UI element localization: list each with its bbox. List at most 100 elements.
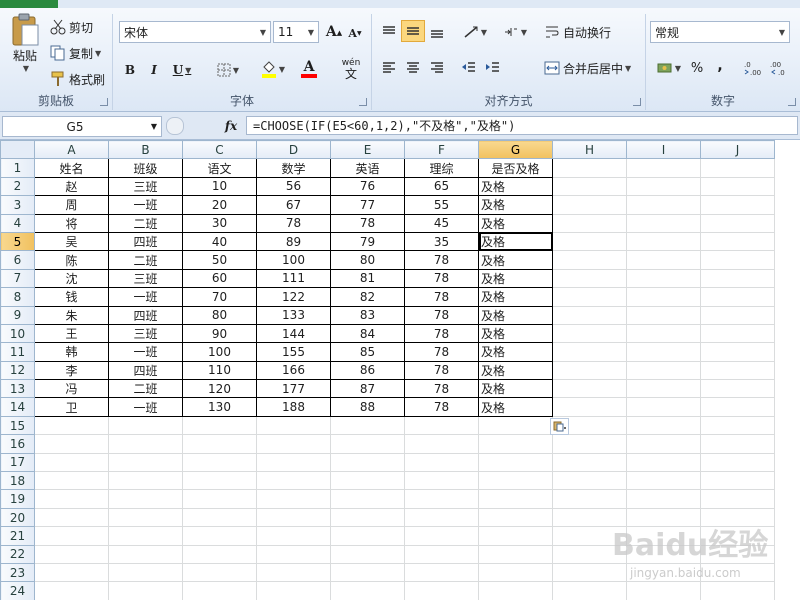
row-header[interactable]: 14 bbox=[0, 397, 35, 417]
cell[interactable] bbox=[404, 544, 479, 564]
font-size-select[interactable]: 11 ▼ bbox=[273, 21, 319, 43]
cell[interactable]: 30 bbox=[182, 213, 257, 233]
cell[interactable]: 沈 bbox=[34, 268, 109, 289]
formula-bar-handle[interactable] bbox=[166, 117, 184, 135]
cell[interactable] bbox=[626, 342, 701, 362]
cell[interactable] bbox=[552, 397, 627, 417]
cell[interactable] bbox=[34, 471, 109, 491]
cell[interactable]: 及格 bbox=[478, 323, 553, 344]
cell[interactable] bbox=[552, 158, 627, 178]
cell[interactable] bbox=[626, 434, 701, 454]
cut-button[interactable]: 剪切 bbox=[50, 18, 93, 36]
cell[interactable]: 144 bbox=[256, 323, 331, 344]
cell[interactable] bbox=[404, 581, 479, 600]
row-header[interactable]: 8 bbox=[0, 287, 35, 307]
cell[interactable] bbox=[552, 305, 627, 325]
cell[interactable]: 及格 bbox=[478, 397, 553, 417]
cell[interactable]: 数学 bbox=[256, 158, 331, 178]
cell[interactable]: 56 bbox=[256, 176, 331, 197]
cell[interactable] bbox=[182, 452, 257, 473]
borders-button[interactable]: ▼ bbox=[213, 60, 243, 80]
cell[interactable]: 10 bbox=[182, 176, 257, 197]
row-header[interactable]: 21 bbox=[0, 526, 35, 546]
cell[interactable]: 155 bbox=[256, 342, 331, 362]
cell[interactable]: 及格 bbox=[478, 360, 553, 381]
cell[interactable] bbox=[404, 471, 479, 491]
cell[interactable] bbox=[404, 415, 479, 436]
cell[interactable] bbox=[700, 323, 775, 344]
cell[interactable] bbox=[700, 176, 775, 197]
cell[interactable]: 133 bbox=[256, 305, 331, 325]
cell[interactable] bbox=[552, 452, 627, 473]
cell[interactable]: 60 bbox=[182, 268, 257, 289]
italic-button[interactable]: I bbox=[145, 60, 163, 80]
cell[interactable] bbox=[626, 323, 701, 344]
cell[interactable] bbox=[478, 471, 553, 491]
cell[interactable] bbox=[700, 452, 775, 473]
cell[interactable] bbox=[626, 231, 701, 252]
cell[interactable] bbox=[108, 507, 183, 528]
cell[interactable]: 将 bbox=[34, 213, 109, 233]
cell[interactable] bbox=[330, 526, 405, 546]
cell[interactable] bbox=[552, 489, 627, 509]
cell[interactable]: 78 bbox=[404, 250, 479, 270]
cell[interactable]: 67 bbox=[256, 195, 331, 215]
cell[interactable] bbox=[182, 471, 257, 491]
cell[interactable] bbox=[626, 213, 701, 233]
cell[interactable] bbox=[108, 415, 183, 436]
row-header[interactable]: 17 bbox=[0, 452, 35, 473]
cell[interactable] bbox=[552, 342, 627, 362]
cell[interactable]: 78 bbox=[404, 268, 479, 289]
row-header[interactable]: 1 bbox=[0, 158, 35, 178]
column-header-j[interactable]: J bbox=[700, 140, 775, 160]
align-right-button[interactable] bbox=[426, 58, 448, 78]
cell[interactable]: 88 bbox=[330, 397, 405, 417]
row-header[interactable]: 6 bbox=[0, 250, 35, 270]
cell[interactable]: 120 bbox=[182, 379, 257, 399]
cell[interactable] bbox=[34, 452, 109, 473]
cell[interactable] bbox=[108, 581, 183, 600]
row-header[interactable]: 23 bbox=[0, 562, 35, 583]
cell[interactable] bbox=[478, 507, 553, 528]
number-format-select[interactable]: 常规 ▼ bbox=[650, 21, 790, 43]
cell[interactable] bbox=[478, 562, 553, 583]
decrease-indent-button[interactable] bbox=[458, 58, 480, 78]
font-launcher[interactable] bbox=[359, 98, 367, 106]
cell[interactable] bbox=[700, 287, 775, 307]
cell[interactable] bbox=[34, 415, 109, 436]
cell[interactable]: 及格 bbox=[478, 268, 553, 289]
cell[interactable]: 65 bbox=[404, 176, 479, 197]
align-top-button[interactable] bbox=[378, 22, 400, 42]
cell[interactable]: 语文 bbox=[182, 158, 257, 178]
column-header-c[interactable]: C bbox=[182, 140, 257, 160]
cell[interactable] bbox=[552, 231, 627, 252]
cell[interactable]: 一班 bbox=[108, 342, 183, 362]
number-launcher[interactable] bbox=[788, 98, 796, 106]
cell[interactable] bbox=[182, 434, 257, 454]
cell[interactable] bbox=[552, 434, 627, 454]
cell[interactable]: 二班 bbox=[108, 213, 183, 233]
column-header-i[interactable]: I bbox=[626, 140, 701, 160]
cell[interactable]: 45 bbox=[404, 213, 479, 233]
cell[interactable]: 100 bbox=[256, 250, 331, 270]
cell[interactable] bbox=[478, 581, 553, 600]
cell[interactable]: 吴 bbox=[34, 231, 109, 252]
cell[interactable]: 班级 bbox=[108, 158, 183, 178]
column-header-d[interactable]: D bbox=[256, 140, 331, 160]
cell[interactable] bbox=[552, 176, 627, 197]
cell[interactable]: 一班 bbox=[108, 397, 183, 417]
cell[interactable] bbox=[256, 434, 331, 454]
cell[interactable] bbox=[256, 562, 331, 583]
column-header-h[interactable]: H bbox=[552, 140, 627, 160]
cell[interactable] bbox=[700, 305, 775, 325]
cell[interactable]: 王 bbox=[34, 323, 109, 344]
phonetic-button[interactable]: wén 文 bbox=[333, 56, 369, 82]
cell[interactable] bbox=[404, 526, 479, 546]
cell[interactable]: 冯 bbox=[34, 379, 109, 399]
formula-input[interactable]: =CHOOSE(IF(E5<60,1,2),"不及格","及格") bbox=[246, 116, 798, 135]
cell[interactable] bbox=[330, 434, 405, 454]
cell[interactable] bbox=[626, 268, 701, 289]
cell[interactable] bbox=[256, 415, 331, 436]
row-header[interactable]: 5 bbox=[0, 231, 35, 252]
cell[interactable]: 78 bbox=[330, 213, 405, 233]
